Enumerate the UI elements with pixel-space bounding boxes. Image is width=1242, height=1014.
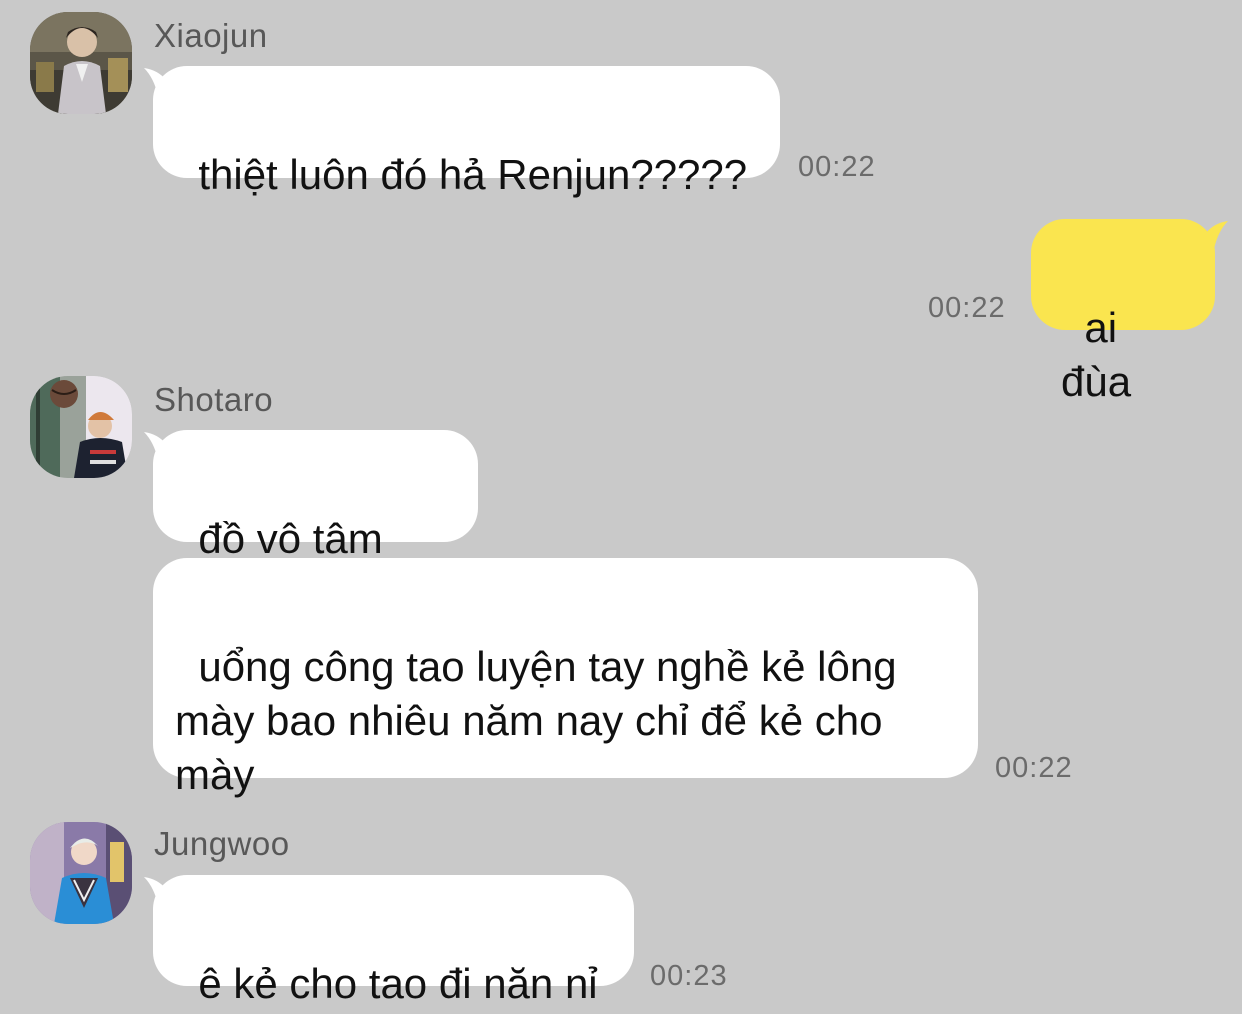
message-bubble[interactable]: đồ vô tâm xyxy=(153,430,478,617)
avatar-jungwoo[interactable] xyxy=(30,822,132,924)
message-text: thiệt luôn đó hả Renjun????? xyxy=(198,151,748,198)
sender-name: Xiaojun xyxy=(154,17,268,54)
xiaojun-avatar-image xyxy=(30,12,132,114)
message-text: ai đùa xyxy=(1061,304,1132,405)
message-text: đồ vô tâm xyxy=(198,515,383,562)
message-bubble[interactable]: uổng công tao luyện tay nghề kẻ lông mày… xyxy=(153,558,978,798)
message-text: ê kẻ cho tao đi năn nỉ xyxy=(198,960,598,1007)
shotaro-avatar-image xyxy=(30,376,132,478)
message-timestamp: 00:23 xyxy=(650,960,728,992)
outgoing-message-bubble[interactable]: ai đùa xyxy=(1031,219,1215,405)
sender-name: Shotaro xyxy=(154,381,274,418)
message-text: uổng công tao luyện tay nghề kẻ lông mày… xyxy=(175,643,897,798)
outgoing-bubble-tail xyxy=(1198,221,1228,249)
avatar-shotaro[interactable] xyxy=(30,376,132,478)
message-bubble[interactable]: thiệt luôn đó hả Renjun????? xyxy=(153,66,780,198)
message-bubble[interactable]: ê kẻ cho tao đi năn nỉ xyxy=(153,875,634,1007)
jungwoo-avatar-image xyxy=(30,822,132,924)
avatar-xiaojun[interactable] xyxy=(30,12,132,114)
message-timestamp: 00:22 xyxy=(928,292,1006,324)
message-timestamp: 00:22 xyxy=(995,752,1073,784)
message-timestamp: 00:22 xyxy=(798,151,876,183)
sender-name: Jungwoo xyxy=(154,825,290,862)
